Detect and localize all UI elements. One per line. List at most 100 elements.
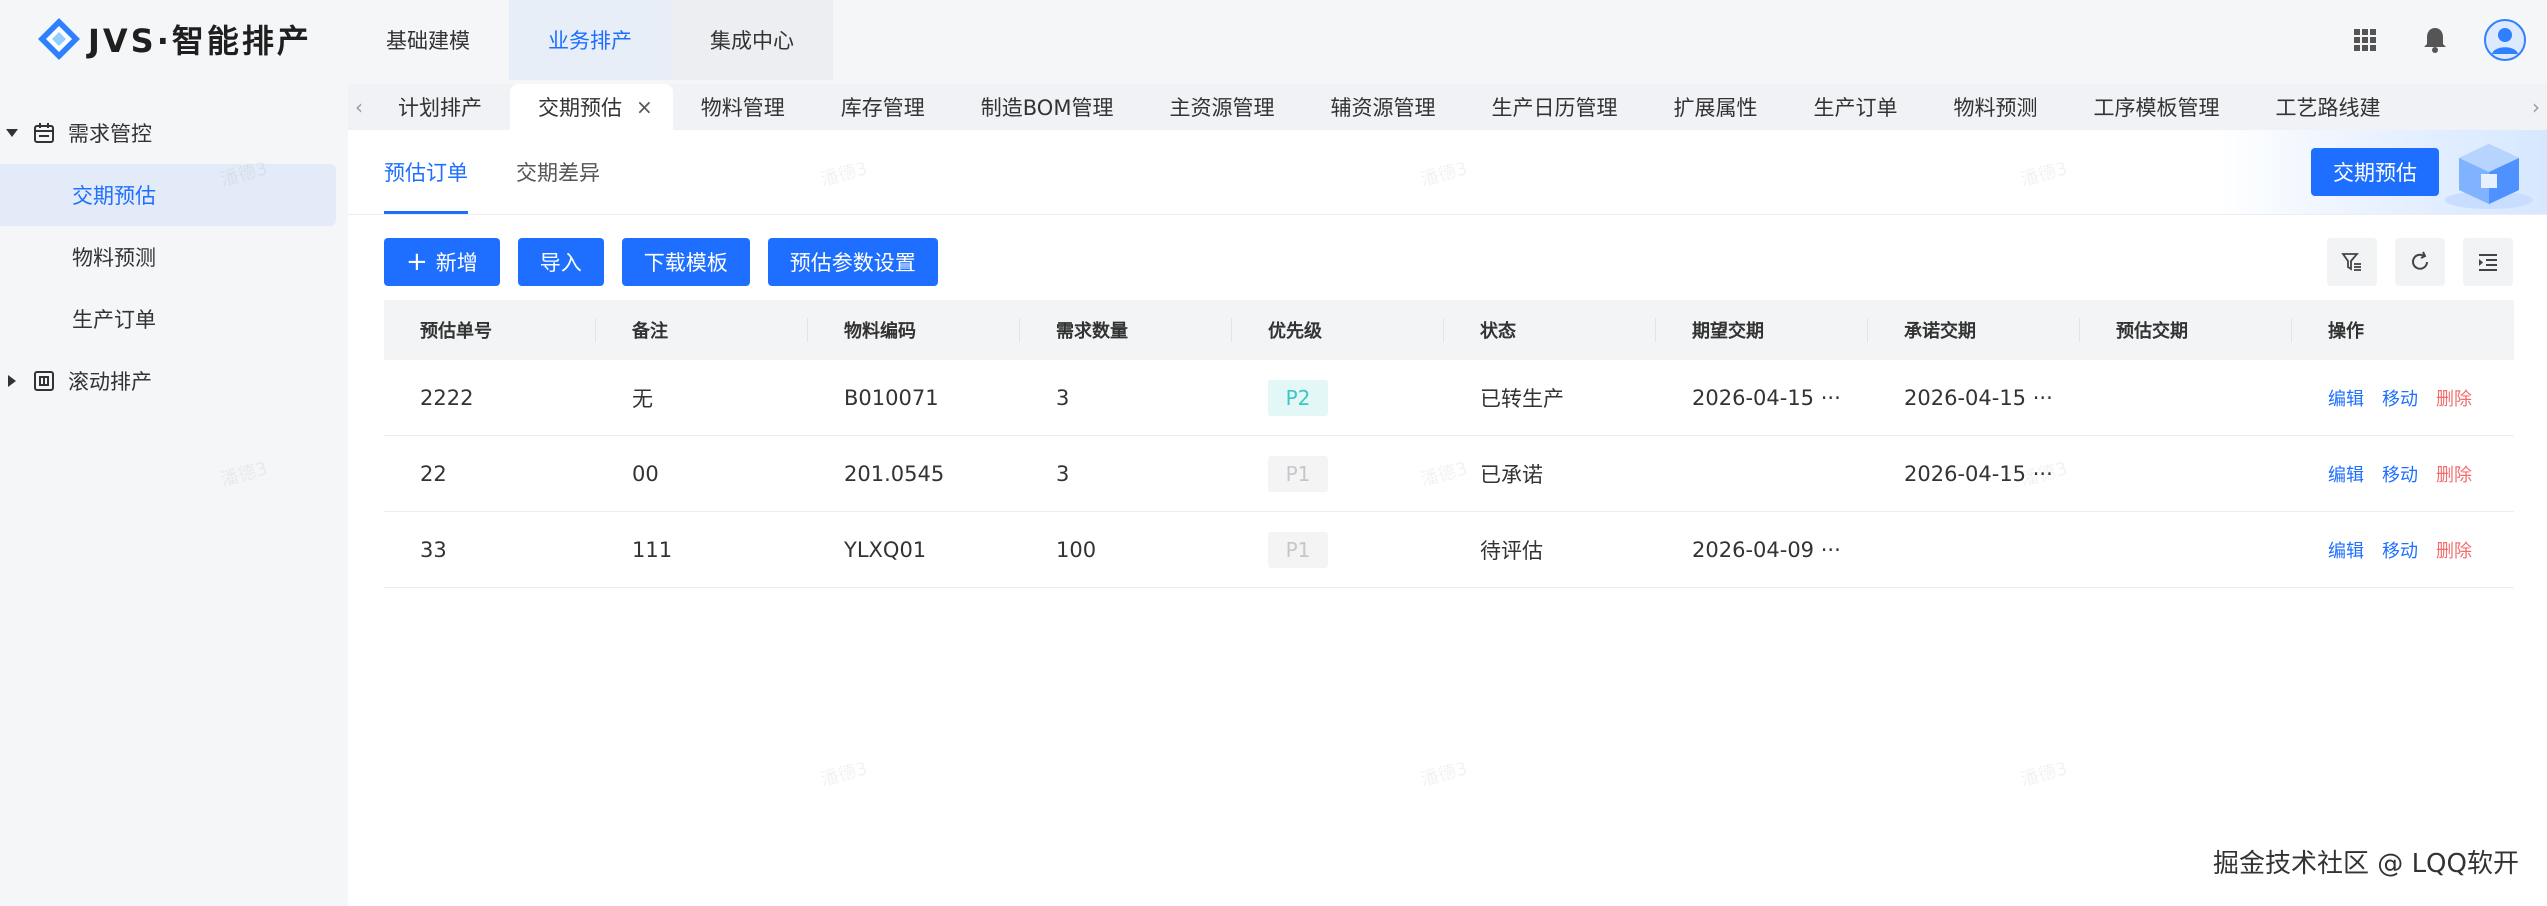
subtab-delivery-difference[interactable]: 交期差异 (516, 130, 600, 214)
edit-link[interactable]: 编辑 (2328, 461, 2364, 487)
estimate-settings-button[interactable]: 预估参数设置 (767, 238, 938, 286)
sidebar-group-demand-control[interactable]: 需求管控 (0, 102, 348, 164)
filter-icon[interactable] (2327, 238, 2377, 286)
download-template-button[interactable]: 下载模板 (621, 238, 750, 286)
schedule-icon (32, 369, 56, 393)
cell-order-id: 33 (420, 537, 447, 562)
tabs-scroll-right-icon[interactable]: › (2525, 84, 2547, 130)
source-watermark-text: 掘金技术社区 @ LQQ软开 (2213, 849, 2519, 879)
top-nav-business-scheduling[interactable]: 业务排产 (509, 0, 671, 80)
subtab-estimated-orders[interactable]: 预估订单 (384, 130, 468, 214)
column-header[interactable]: 物料编码 (808, 300, 1020, 360)
cell-expected-date: 2026-04-09 ··· (1692, 537, 1841, 562)
cell-material-code: 201.0545 (844, 461, 945, 486)
cell-status: 已承诺 (1480, 462, 1543, 487)
column-header[interactable]: 承诺交期 (1868, 300, 2080, 360)
cell-expected-date (1656, 436, 1868, 512)
refresh-icon[interactable] (2395, 238, 2445, 286)
column-header[interactable]: 状态 (1444, 300, 1656, 360)
top-nav-basic-modeling[interactable]: 基础建模 (347, 0, 509, 80)
app-logo[interactable]: JVS·智能排产 (36, 14, 312, 64)
cell-status: 已转生产 (1480, 386, 1564, 411)
cube-illustration-icon (2437, 134, 2541, 212)
delete-link[interactable]: 删除 (2436, 537, 2472, 563)
user-avatar-icon[interactable] (2483, 18, 2527, 62)
sub-tabs: 预估订单 交期差异 (384, 130, 648, 214)
plus-icon: + (406, 247, 428, 277)
cell-actions: 编辑 移动 删除 (2292, 512, 2514, 588)
tab-production-calendar[interactable]: 生产日历管理 (1463, 84, 1645, 130)
delete-link[interactable]: 删除 (2436, 385, 2472, 411)
tabs-scroll-left-icon[interactable]: ‹ (348, 84, 370, 130)
sidebar-group-label: 滚动排产 (68, 370, 152, 394)
tab-extended-attributes[interactable]: 扩展属性 (1645, 84, 1785, 130)
logo-diamond-icon (36, 16, 82, 62)
cell-note: 无 (632, 386, 653, 411)
tab-label: 交期预估 (538, 96, 622, 120)
apps-grid-icon[interactable] (2343, 18, 2387, 62)
cell-order-id: 2222 (420, 385, 474, 410)
table-toolbar: + 新增 导入 下载模板 预估参数设置 (384, 238, 938, 286)
priority-tag: P2 (1268, 379, 1328, 416)
priority-tag: P1 (1268, 455, 1328, 492)
table-row[interactable]: 33 111 YLXQ01 100 P1 待评估 2026-04-09 ··· … (384, 512, 2514, 588)
tab-aux-resource[interactable]: 辅资源管理 (1302, 84, 1463, 130)
cell-promised-date: 2026-04-15 ··· (1904, 385, 2053, 410)
column-header[interactable]: 优先级 (1232, 300, 1444, 360)
column-header[interactable]: 预估单号 (384, 300, 596, 360)
move-link[interactable]: 移动 (2382, 537, 2418, 563)
divider (348, 214, 2547, 215)
cell-note: 00 (632, 461, 659, 486)
column-header[interactable]: 需求数量 (1020, 300, 1232, 360)
tab-process-template[interactable]: 工序模板管理 (2065, 84, 2247, 130)
move-link[interactable]: 移动 (2382, 461, 2418, 487)
sidebar-item-material-forecast[interactable]: 物料预测 (0, 226, 348, 288)
sidebar: 需求管控 交期预估 物料预测 生产订单 滚动排产 (0, 80, 348, 906)
tab-plan-scheduling[interactable]: 计划排产 (370, 84, 510, 130)
tab-main-resource[interactable]: 主资源管理 (1141, 84, 1302, 130)
bell-icon[interactable] (2413, 18, 2457, 62)
tab-material-management[interactable]: 物料管理 (673, 84, 813, 130)
tab-close-icon[interactable]: × (636, 95, 653, 119)
cell-estimated-date (2080, 360, 2292, 436)
column-header[interactable]: 备注 (596, 300, 808, 360)
tab-production-order[interactable]: 生产订单 (1785, 84, 1925, 130)
edit-link[interactable]: 编辑 (2328, 385, 2364, 411)
tab-inventory-management[interactable]: 库存管理 (813, 84, 953, 130)
sidebar-item-delivery-estimate[interactable]: 交期预估 (0, 164, 336, 226)
cell-actions: 编辑 移动 删除 (2292, 360, 2514, 436)
sidebar-group-rolling-scheduling[interactable]: 滚动排产 (0, 350, 348, 412)
import-button[interactable]: 导入 (517, 238, 604, 286)
tab-delivery-estimate[interactable]: 交期预估 × (510, 84, 673, 130)
move-link[interactable]: 移动 (2382, 385, 2418, 411)
top-nav-integration-center[interactable]: 集成中心 (671, 0, 833, 80)
banner: 交期预估 (2217, 130, 2547, 214)
tab-process-route[interactable]: 工艺路线建 (2247, 84, 2408, 130)
delivery-estimate-button[interactable]: 交期预估 (2311, 148, 2439, 196)
estimate-orders-table: 预估单号 备注 物料编码 需求数量 优先级 状态 期望交期 承诺交期 预估交期 … (384, 300, 2514, 588)
add-button-label: 新增 (435, 251, 478, 275)
header-actions (2343, 18, 2527, 62)
cell-actions: 编辑 移动 删除 (2292, 436, 2514, 512)
edit-link[interactable]: 编辑 (2328, 537, 2364, 563)
column-header[interactable]: 预估交期 (2080, 300, 2292, 360)
cell-material-code: B010071 (844, 385, 939, 410)
cell-estimated-date (2080, 512, 2292, 588)
cell-quantity: 100 (1056, 537, 1097, 562)
cell-priority: P2 (1232, 360, 1444, 436)
cell-note: 111 (632, 537, 673, 562)
column-settings-icon[interactable] (2463, 238, 2513, 286)
tab-bom-management[interactable]: 制造BOM管理 (953, 84, 1142, 130)
main-content: 预估订单 交期差异 交期预估 + 新增 导入 下载模板 预估参数设置 预估单号 … (348, 130, 2547, 906)
add-button[interactable]: + 新增 (384, 238, 500, 286)
cell-quantity: 3 (1056, 461, 1070, 486)
cell-promised-date (1868, 512, 2080, 588)
column-header: 操作 (2328, 321, 2364, 342)
delete-link[interactable]: 删除 (2436, 461, 2472, 487)
table-row[interactable]: 2222 无 B010071 3 P2 已转生产 2026-04-15 ··· … (384, 360, 2514, 436)
calendar-icon (32, 121, 56, 145)
column-header[interactable]: 期望交期 (1656, 300, 1868, 360)
tab-material-forecast[interactable]: 物料预测 (1925, 84, 2065, 130)
cell-estimated-date (2080, 436, 2292, 512)
sidebar-item-production-order[interactable]: 生产订单 (0, 288, 348, 350)
